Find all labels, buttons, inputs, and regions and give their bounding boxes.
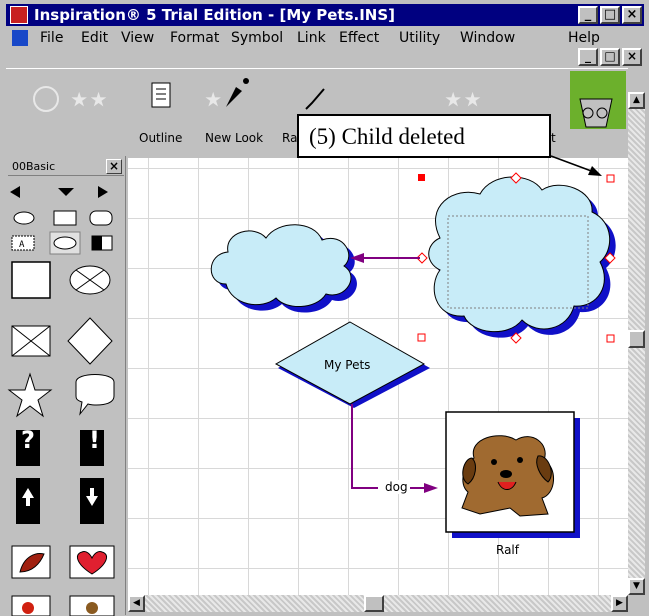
minimize-button[interactable]: _ (578, 6, 598, 24)
question-mark-glyph: ? (21, 426, 35, 454)
big-rectangle-icon[interactable] (11, 261, 51, 299)
left-cloud-node[interactable] (210, 224, 357, 313)
star-icon[interactable] (7, 372, 53, 418)
dog-icon (461, 435, 554, 517)
scroll-right-arrow-icon[interactable]: ▶ (611, 595, 628, 612)
menu-effect[interactable]: Effect (339, 30, 379, 46)
doc-minimize-button[interactable]: _ (578, 48, 598, 66)
doc-close-button[interactable]: × (622, 48, 642, 66)
diamond-icon[interactable] (67, 317, 113, 365)
close-button[interactable]: × (622, 6, 642, 24)
new-look-icon (226, 87, 242, 107)
vertical-scrollbar[interactable]: ▲ ▼ (628, 92, 645, 595)
selection-handle-corner[interactable] (418, 174, 425, 181)
picture-caption: Ralf (496, 543, 519, 557)
rounded-rect-icon[interactable] (89, 210, 113, 226)
main-idea-label: My Pets (324, 358, 371, 372)
diagram-svg (210, 172, 616, 538)
palette-title-bar: 00Basic × (8, 158, 124, 176)
diagram-canvas[interactable]: My Pets dog Ralf (128, 158, 628, 595)
menu-utility[interactable]: Utility (399, 30, 440, 46)
scroll-left-arrow-icon[interactable]: ◀ (128, 595, 145, 612)
menu-view[interactable]: View (121, 30, 154, 46)
vertical-scroll-thumb[interactable] (628, 330, 645, 348)
exclamation-glyph: ! (89, 426, 100, 454)
horizontal-scrollbar[interactable]: ◀ ▶ (128, 595, 628, 612)
rapidfire-button[interactable]: Ra (282, 131, 297, 145)
svg-text:★ ★: ★ ★ (72, 90, 106, 109)
menu-link[interactable]: Link (297, 30, 326, 46)
ralf-picture-node[interactable] (445, 411, 580, 538)
palette-close-button[interactable]: × (106, 159, 122, 174)
arrow-down-icon[interactable] (58, 188, 74, 196)
window-title: Inspiration® 5 Trial Edition - [My Pets.… (34, 6, 396, 24)
speech-bubble-icon[interactable] (75, 374, 115, 416)
symbol-palette: 00Basic × A ? ! (6, 156, 126, 616)
cloud-shape-icon[interactable] (53, 236, 77, 250)
svg-text:★ ★: ★ ★ (446, 90, 480, 109)
scroll-down-arrow-icon[interactable]: ▼ (628, 578, 645, 595)
maximize-button[interactable]: □ (600, 6, 620, 24)
palette-title: 00Basic (12, 160, 56, 173)
title-bar: Inspiration® 5 Trial Edition - [My Pets.… (6, 4, 644, 26)
dog-link-arrow-icon (424, 483, 438, 493)
scroll-up-arrow-icon[interactable]: ▲ (628, 92, 645, 109)
doc-restore-button[interactable]: □ (600, 48, 620, 66)
selection-handle-bottom-left[interactable] (417, 333, 426, 342)
link-label-dog: dog (383, 480, 410, 494)
menu-window[interactable]: Window (460, 30, 515, 46)
svg-text:★: ★ (206, 90, 220, 109)
palette-shapes: A (7, 186, 115, 616)
horizontal-scroll-thumb[interactable] (364, 595, 384, 612)
outline-button[interactable]: Outline (139, 131, 182, 145)
rapidfire-icon (305, 88, 325, 110)
app-window: Inspiration® 5 Trial Edition - [My Pets.… (0, 0, 649, 616)
dog-link-line[interactable] (351, 404, 378, 489)
svg-text:A: A (19, 240, 25, 250)
app-icon (10, 6, 28, 24)
menu-symbol[interactable]: Symbol (231, 30, 283, 46)
menu-format[interactable]: Format (170, 30, 219, 46)
menu-bar: File Edit View Format Symbol Link Effect… (6, 26, 644, 68)
outline-icon (151, 82, 171, 108)
menu-edit[interactable]: Edit (81, 30, 108, 46)
menu-help[interactable]: Help (568, 30, 600, 46)
annotation-callout: (5) Child deleted (297, 114, 551, 158)
arrow-right-icon[interactable] (98, 186, 108, 198)
lightbulb-icon (33, 86, 59, 112)
menu-file[interactable]: File (40, 30, 63, 46)
arrow-left-icon[interactable] (10, 186, 20, 198)
selected-cloud-node[interactable] (428, 176, 616, 338)
oval-icon[interactable] (13, 211, 35, 225)
new-look-button[interactable]: New Look (205, 131, 263, 145)
selection-handle-bottom-right[interactable] (606, 334, 615, 343)
document-icon (12, 30, 28, 46)
toolbar-clipped-label: t (551, 131, 556, 145)
selection-handle-top-right[interactable] (606, 174, 615, 183)
rectangle-icon[interactable] (53, 210, 77, 226)
